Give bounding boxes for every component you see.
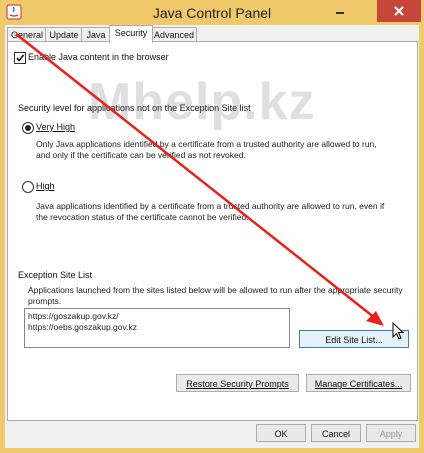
tab-label: Security [114, 28, 148, 38]
tab-security[interactable]: Security [109, 25, 153, 43]
red-arrow-annotation [15, 33, 384, 326]
arrow-shaft [15, 33, 376, 319]
mouse-cursor-icon [392, 322, 405, 340]
